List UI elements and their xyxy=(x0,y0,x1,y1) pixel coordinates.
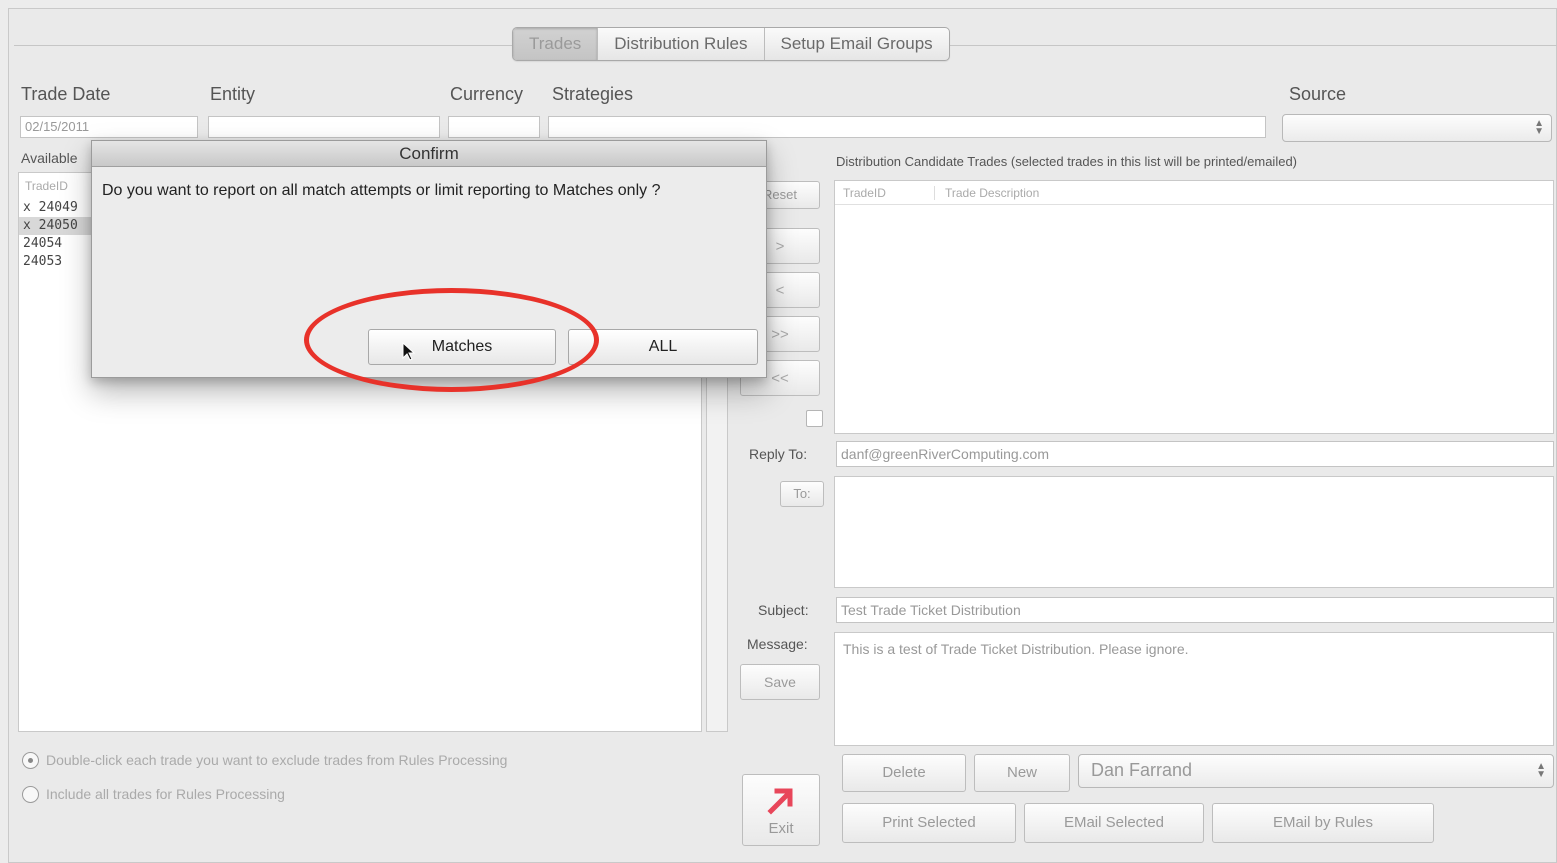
to-recipients-field[interactable] xyxy=(834,476,1554,588)
strategies-field[interactable] xyxy=(548,116,1266,138)
candidates-header-row: TradeID Trade Description xyxy=(835,181,1553,205)
to-button[interactable]: To: xyxy=(780,481,824,507)
exit-label: Exit xyxy=(768,820,794,837)
source-select[interactable]: ▲ ▼ xyxy=(1282,114,1552,142)
exclude-trades-label: Double-click each trade you want to excl… xyxy=(46,752,508,768)
source-label: Source xyxy=(1289,84,1347,104)
include-all-label: Include all trades for Rules Processing xyxy=(46,786,285,802)
currency-field[interactable] xyxy=(448,116,540,138)
include-all-radio[interactable] xyxy=(22,786,39,803)
candidates-list[interactable]: TradeID Trade Description xyxy=(834,180,1554,434)
message-field[interactable]: This is a test of Trade Ticket Distribut… xyxy=(834,632,1554,746)
user-select[interactable]: Dan Farrand ▲ ▼ xyxy=(1078,754,1554,788)
strategies-label: Strategies xyxy=(552,84,634,104)
delete-button[interactable]: Delete xyxy=(842,754,966,792)
save-button[interactable]: Save xyxy=(740,664,820,700)
candidates-col-tradeid[interactable]: TradeID xyxy=(835,185,935,200)
available-label: Available xyxy=(21,150,78,166)
exit-button[interactable]: Exit xyxy=(742,774,820,846)
select-arrows-icon: ▲ ▼ xyxy=(1536,761,1546,780)
entity-field[interactable] xyxy=(208,116,440,138)
tab-distribution-rules[interactable]: Distribution Rules xyxy=(598,28,765,60)
select-all-checkbox[interactable] xyxy=(806,410,823,427)
email-selected-button[interactable]: EMail Selected xyxy=(1024,803,1204,843)
select-arrows-icon: ▲ ▼ xyxy=(1534,118,1544,137)
highlight-annotation-oval xyxy=(304,288,599,392)
trade-date-label: Trade Date xyxy=(21,84,111,104)
print-selected-button[interactable]: Print Selected xyxy=(842,803,1016,843)
exit-arrow-icon xyxy=(767,788,793,815)
radio-dot-icon xyxy=(28,758,33,763)
dialog-message: Do you want to report on all match attem… xyxy=(102,182,661,199)
message-label: Message: xyxy=(747,636,808,652)
exclude-trades-radio[interactable] xyxy=(22,752,39,769)
candidates-col-description[interactable]: Trade Description xyxy=(935,186,1039,200)
entity-label: Entity xyxy=(210,84,256,104)
dialog-title: Confirm xyxy=(92,141,766,167)
subject-label: Subject: xyxy=(758,602,809,618)
reply-to-field[interactable]: danf@greenRiverComputing.com xyxy=(836,441,1554,467)
currency-label: Currency xyxy=(450,84,524,104)
email-by-rules-button[interactable]: EMail by Rules xyxy=(1212,803,1434,843)
new-button[interactable]: New xyxy=(974,754,1070,792)
subject-field[interactable]: Test Trade Ticket Distribution xyxy=(836,597,1554,623)
tab-setup-email-groups[interactable]: Setup Email Groups xyxy=(765,28,949,60)
user-select-value: Dan Farrand xyxy=(1091,760,1193,780)
tab-trades[interactable]: Trades xyxy=(513,28,599,60)
tab-bar: Trades Distribution Rules Setup Email Gr… xyxy=(512,27,950,61)
reply-to-label: Reply To: xyxy=(749,446,808,462)
trade-date-field[interactable]: 02/15/2011 xyxy=(20,116,198,138)
candidates-title: Distribution Candidate Trades (selected … xyxy=(836,154,1297,169)
